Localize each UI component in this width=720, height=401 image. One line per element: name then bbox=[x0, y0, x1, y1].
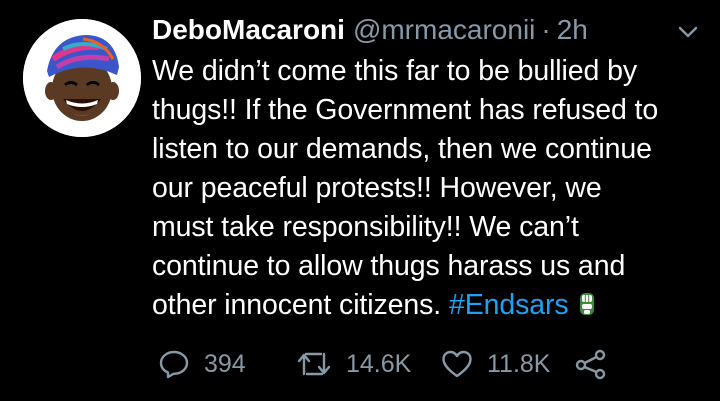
tweet-text-line: must take responsibility!! We can’t bbox=[152, 211, 579, 243]
heart-icon bbox=[442, 350, 472, 378]
reply-count: 394 bbox=[204, 349, 246, 378]
tweet-text-line: thugs!! If the Government has refused to bbox=[152, 94, 659, 126]
tweet-text-line: other innocent citizens. bbox=[152, 289, 442, 321]
separator-dot: · bbox=[541, 14, 551, 45]
retweet-button[interactable]: 14.6K bbox=[296, 344, 411, 384]
tweet[interactable]: DeboMacaroni @mrmacaronii · 2h We didn’t… bbox=[0, 0, 720, 401]
share-icon bbox=[575, 349, 606, 380]
tweet-text-last-line: other innocent citizens. #Endsars bbox=[152, 286, 712, 325]
tweet-actions: 394 14.6K 11.8K bbox=[158, 344, 628, 384]
like-count: 11.8K bbox=[487, 349, 551, 378]
tweet-header: DeboMacaroni @mrmacaronii · 2h bbox=[152, 12, 588, 48]
reply-button[interactable]: 394 bbox=[158, 344, 246, 384]
tweet-text-line: continue to allow thugs harass us and bbox=[152, 250, 626, 282]
tweet-text: We didn’t come this far to be bullied by… bbox=[152, 52, 712, 325]
timestamp[interactable]: 2h bbox=[557, 12, 588, 48]
reply-icon bbox=[159, 350, 189, 379]
share-button[interactable] bbox=[574, 344, 608, 384]
retweet-count: 14.6K bbox=[346, 349, 412, 378]
chevron-down-icon[interactable] bbox=[676, 22, 700, 42]
avatar[interactable] bbox=[23, 19, 141, 137]
like-button[interactable]: 11.8K bbox=[441, 344, 550, 384]
retweet-icon bbox=[297, 352, 331, 376]
cartoon-man-avatar-icon bbox=[23, 19, 141, 137]
display-name[interactable]: DeboMacaroni bbox=[152, 12, 345, 48]
tweet-text-line: We didn’t come this far to be bullied by bbox=[152, 55, 637, 87]
raised-fist-icon bbox=[579, 293, 594, 315]
user-handle[interactable]: @mrmacaronii bbox=[353, 12, 535, 48]
tweet-text-line: our peaceful protests!! However, we bbox=[152, 172, 602, 204]
tweet-text-line: listen to our demands, then we continue bbox=[152, 133, 652, 165]
hashtag-link[interactable]: #Endsars bbox=[449, 289, 569, 321]
